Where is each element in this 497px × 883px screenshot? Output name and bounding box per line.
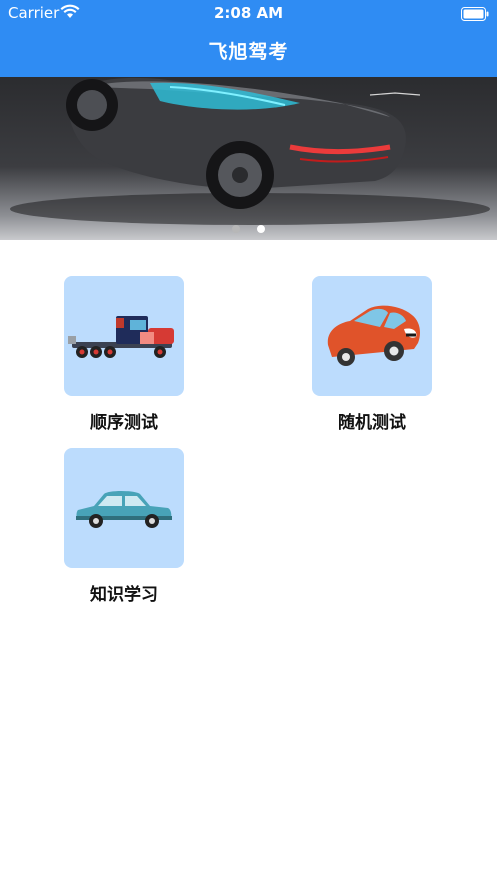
sports-car-image	[10, 77, 490, 225]
knowledge-study-label: 知识学习	[90, 585, 158, 605]
app-header: Carrier 2:08 AM 飞旭驾考	[0, 0, 497, 77]
carousel-dot-2[interactable]	[257, 225, 266, 233]
sequential-test-tile[interactable]	[64, 276, 184, 396]
menu-item-knowledge-study[interactable]: 知识学习	[44, 448, 204, 605]
sedan-icon	[76, 491, 172, 528]
status-bar: Carrier 2:08 AM	[0, 0, 497, 26]
banner-carousel[interactable]	[0, 77, 497, 240]
carousel-page-indicator[interactable]	[0, 218, 497, 237]
random-test-tile[interactable]	[312, 276, 432, 396]
red-car-icon	[327, 305, 420, 366]
random-test-label: 随机测试	[338, 413, 406, 433]
page-title: 飞旭驾考	[208, 41, 289, 63]
truck-icon	[68, 316, 174, 358]
menu-item-random-test[interactable]: 随机测试	[292, 276, 452, 433]
menu-item-sequential-test[interactable]: 顺序测试	[44, 276, 204, 433]
knowledge-study-tile[interactable]	[64, 448, 184, 568]
sequential-test-label: 顺序测试	[90, 413, 158, 433]
battery-icon	[461, 6, 489, 25]
carousel-dot-1[interactable]	[231, 225, 240, 233]
status-time: 2:08 AM	[213, 4, 284, 22]
